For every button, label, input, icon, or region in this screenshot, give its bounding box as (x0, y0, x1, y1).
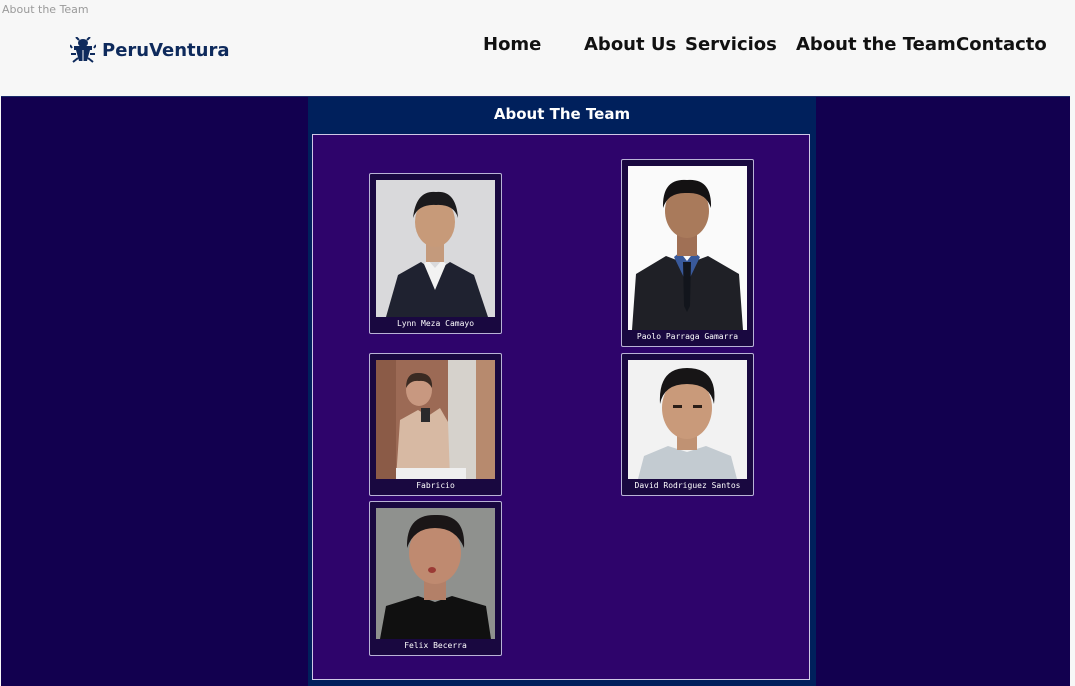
team-photo (376, 360, 495, 479)
nav-about-us[interactable]: About Us (584, 34, 676, 55)
team-photo (376, 180, 495, 317)
member-name: Felix Becerra (404, 641, 467, 650)
nav-servicios[interactable]: Servicios (685, 34, 777, 55)
nav-about-the-team[interactable]: About the Team (796, 34, 956, 55)
panel-title: About The Team (493, 105, 631, 123)
logo-text: PeruVentura (102, 39, 230, 61)
team-card: Paolo Parraga Gamarra (621, 159, 754, 347)
team-photo (628, 360, 747, 479)
team-photo (628, 166, 747, 330)
team-card: David Rodriguez Santos (621, 353, 754, 496)
member-name: Paolo Parraga Gamarra (636, 332, 739, 341)
member-name: Lynn Meza Camayo (396, 319, 475, 328)
team-panel: About The Team Lynn Meza Camayo Paolo Pa… (308, 97, 816, 686)
team-card: Fabricio (369, 353, 502, 496)
member-name: David Rodriguez Santos (634, 481, 741, 490)
nav-contacto[interactable]: Contacto (956, 34, 1047, 55)
main-content: About The Team Lynn Meza Camayo Paolo Pa… (1, 96, 1070, 686)
site-logo[interactable]: PeruVentura (70, 37, 230, 63)
bug-logo-icon (70, 37, 96, 63)
team-card: Lynn Meza Camayo (369, 173, 502, 334)
team-gallery: Lynn Meza Camayo Paolo Parraga Gamarra F… (312, 134, 810, 680)
nav-home[interactable]: Home (483, 34, 541, 55)
member-name: Fabricio (416, 481, 455, 490)
tab-title: About the Team (2, 3, 89, 16)
team-card: Felix Becerra (369, 501, 502, 656)
team-photo (376, 508, 495, 639)
